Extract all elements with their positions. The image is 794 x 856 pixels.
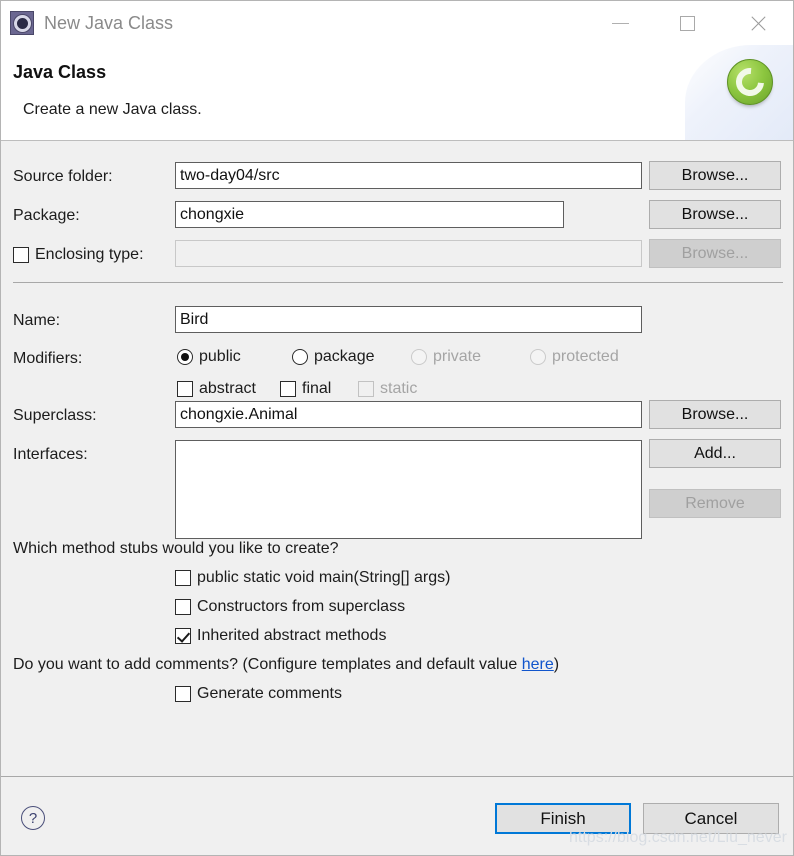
name-label: Name: bbox=[13, 312, 61, 329]
checkbox-icon bbox=[175, 570, 191, 586]
package-browse-button[interactable]: Browse... bbox=[649, 200, 781, 229]
configure-templates-link[interactable]: here bbox=[522, 656, 554, 673]
stub-main-label: public static void main(String[] args) bbox=[197, 569, 451, 586]
modifier-public-label: public bbox=[199, 348, 241, 365]
checkbox-icon bbox=[13, 247, 29, 263]
maximize-icon bbox=[679, 15, 695, 31]
modifier-package-label: package bbox=[314, 348, 375, 365]
minimize-icon bbox=[611, 22, 629, 24]
checkbox-icon bbox=[280, 381, 296, 397]
modifier-radio-package[interactable]: package bbox=[292, 348, 375, 366]
radio-icon bbox=[411, 349, 427, 365]
interfaces-list[interactable] bbox=[175, 440, 642, 539]
dialog-body: Source folder: two-day04/src Browse... P… bbox=[1, 142, 793, 776]
maximize-button[interactable] bbox=[664, 1, 710, 45]
gear-icon bbox=[13, 14, 31, 32]
superclass-label: Superclass: bbox=[13, 407, 97, 424]
enclosing-type-checkbox[interactable]: Enclosing type: bbox=[13, 246, 144, 264]
minimize-button[interactable] bbox=[597, 1, 643, 45]
modifiers-label: Modifiers: bbox=[13, 350, 83, 367]
stub-checkbox-inherited[interactable]: Inherited abstract methods bbox=[175, 627, 386, 645]
stub-checkbox-constructors[interactable]: Constructors from superclass bbox=[175, 598, 405, 616]
comments-question-suffix: ) bbox=[553, 656, 560, 673]
new-java-class-dialog: New Java Class Java Class Create a new J… bbox=[0, 0, 794, 856]
checkbox-icon bbox=[175, 628, 191, 644]
finish-button[interactable]: Finish bbox=[495, 803, 631, 834]
radio-icon bbox=[292, 349, 308, 365]
checkbox-icon bbox=[175, 599, 191, 615]
interfaces-label: Interfaces: bbox=[13, 446, 88, 463]
comments-question: Do you want to add comments? (Configure … bbox=[13, 656, 559, 674]
help-icon[interactable]: ? bbox=[21, 806, 45, 830]
comments-question-prefix: Do you want to add comments? (Configure … bbox=[13, 656, 522, 673]
radio-icon bbox=[177, 349, 193, 365]
enclosing-type-input bbox=[175, 240, 642, 267]
enclosing-type-label: Enclosing type: bbox=[35, 246, 144, 263]
cancel-button[interactable]: Cancel bbox=[643, 803, 779, 834]
generate-comments-label: Generate comments bbox=[197, 685, 342, 702]
superclass-browse-button[interactable]: Browse... bbox=[649, 400, 781, 429]
modifier-checkbox-static: static bbox=[358, 380, 417, 398]
java-class-icon bbox=[10, 11, 34, 35]
modifier-radio-private: private bbox=[411, 348, 481, 366]
interfaces-add-button[interactable]: Add... bbox=[649, 439, 781, 468]
page-title: Java Class bbox=[13, 62, 107, 82]
eclipse-logo-icon bbox=[727, 59, 773, 105]
wizard-header: Java Class Create a new Java class. bbox=[1, 45, 793, 141]
modifier-static-label: static bbox=[380, 380, 418, 397]
window-title: New Java Class bbox=[44, 12, 174, 33]
enclosing-type-browse-button: Browse... bbox=[649, 239, 781, 268]
checkbox-icon bbox=[358, 381, 374, 397]
title-bar: New Java Class bbox=[1, 1, 793, 45]
close-button[interactable] bbox=[735, 1, 781, 45]
name-input[interactable]: Bird bbox=[175, 306, 642, 333]
page-description: Create a new Java class. bbox=[23, 101, 202, 118]
interfaces-remove-button: Remove bbox=[649, 489, 781, 518]
modifier-final-label: final bbox=[302, 380, 332, 397]
source-folder-input[interactable]: two-day04/src bbox=[175, 162, 642, 189]
modifier-protected-label: protected bbox=[552, 348, 619, 365]
checkbox-icon bbox=[175, 686, 191, 702]
modifier-checkbox-final[interactable]: final bbox=[280, 380, 331, 398]
checkbox-icon bbox=[177, 381, 193, 397]
source-folder-label: Source folder: bbox=[13, 168, 113, 185]
modifier-abstract-label: abstract bbox=[199, 380, 256, 397]
modifier-radio-public[interactable]: public bbox=[177, 348, 241, 366]
stub-constructors-label: Constructors from superclass bbox=[197, 598, 406, 615]
eclipse-c-glyph bbox=[730, 62, 770, 102]
package-label: Package: bbox=[13, 207, 80, 224]
close-icon bbox=[749, 14, 768, 33]
package-input[interactable]: chongxie bbox=[175, 201, 564, 228]
section-divider-top bbox=[13, 282, 783, 283]
method-stubs-question: Which method stubs would you like to cre… bbox=[13, 540, 339, 557]
stub-checkbox-main[interactable]: public static void main(String[] args) bbox=[175, 569, 450, 587]
superclass-input[interactable]: chongxie.Animal bbox=[175, 401, 642, 428]
generate-comments-checkbox[interactable]: Generate comments bbox=[175, 685, 342, 703]
modifier-checkbox-abstract[interactable]: abstract bbox=[177, 380, 256, 398]
modifier-private-label: private bbox=[433, 348, 482, 365]
radio-icon bbox=[530, 349, 546, 365]
stub-inherited-label: Inherited abstract methods bbox=[197, 627, 387, 644]
source-folder-browse-button[interactable]: Browse... bbox=[649, 161, 781, 190]
modifier-radio-protected: protected bbox=[530, 348, 619, 366]
